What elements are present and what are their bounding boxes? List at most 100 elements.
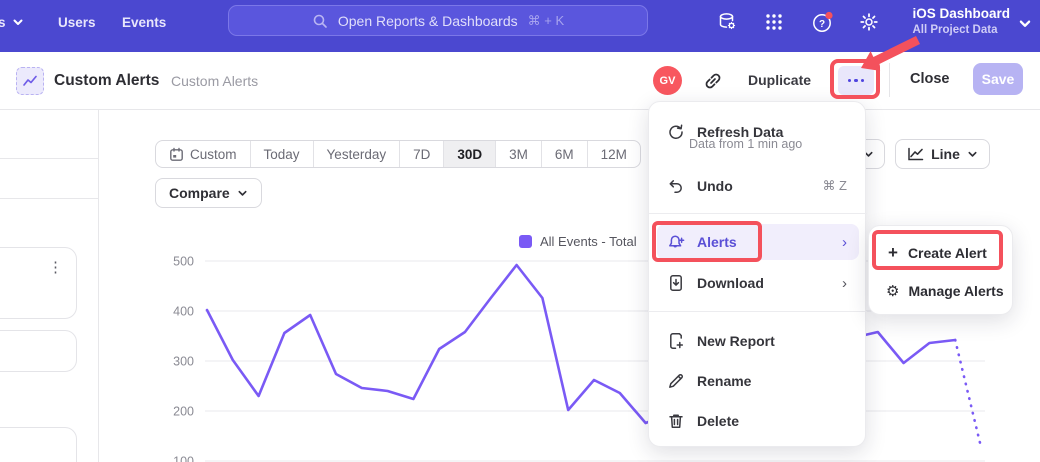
plus-icon: + xyxy=(888,243,898,263)
svg-text:?: ? xyxy=(818,19,824,30)
project-name: iOS Dashboard xyxy=(912,6,1010,21)
menu-item-rename[interactable]: Rename xyxy=(657,363,859,399)
nav-item-events-label: Events xyxy=(122,15,166,30)
date-range-12m[interactable]: 12M xyxy=(588,141,640,167)
date-range-label: 12M xyxy=(601,147,627,162)
date-range-30d-selected[interactable]: 30D xyxy=(444,141,496,167)
chevron-down-icon xyxy=(967,149,978,160)
search-input[interactable]: Open Reports & Dashboards ⌘ + K xyxy=(228,5,648,36)
compare-button[interactable]: Compare xyxy=(155,178,262,208)
help-icon[interactable]: ? xyxy=(810,10,834,34)
more-options-button[interactable] xyxy=(838,66,874,95)
nav-item-events[interactable]: Events xyxy=(122,0,166,44)
menu-item-delete[interactable]: Delete xyxy=(657,403,859,439)
submenu-item-manage-alerts[interactable]: ⚙ Manage Alerts xyxy=(876,272,1007,309)
legend-swatch xyxy=(519,235,532,248)
nav-item-truncated[interactable]: s xyxy=(0,0,24,44)
menu-item-undo[interactable]: Undo ⌘ Z xyxy=(657,168,859,204)
submenu-item-label: Create Alert xyxy=(908,245,987,261)
bell-plus-icon xyxy=(667,233,685,251)
more-options-menu: Refresh Data Data from 1 min ago Undo ⌘ … xyxy=(648,101,866,447)
chevron-down-icon xyxy=(237,188,248,199)
close-button[interactable]: Close xyxy=(910,71,950,87)
line-chart-icon xyxy=(907,147,924,162)
refresh-icon xyxy=(667,123,685,141)
search-placeholder: Open Reports & Dashboards xyxy=(338,13,518,29)
menu-item-shortcut: ⌘ Z xyxy=(822,178,847,194)
report-toolbar: Custom Alerts Custom Alerts GV Duplicate… xyxy=(0,52,1040,110)
search-icon xyxy=(312,13,328,29)
date-range-6m[interactable]: 6M xyxy=(542,141,588,167)
menu-item-label: Delete xyxy=(697,413,739,429)
project-selector[interactable]: iOS Dashboard All Project Data xyxy=(912,6,1010,36)
date-range-custom[interactable]: Custom xyxy=(156,141,251,167)
chart-type-button[interactable]: Line xyxy=(895,139,990,169)
sidebar-row-divider xyxy=(0,198,98,199)
date-range-label: 7D xyxy=(413,147,430,162)
project-chevron-down-icon[interactable] xyxy=(1018,17,1032,31)
avatar[interactable]: GV xyxy=(653,66,682,95)
chart-type-label: Line xyxy=(931,146,960,162)
search-shortcut: ⌘ + K xyxy=(528,13,565,29)
new-report-icon xyxy=(667,332,685,350)
date-range-label: Custom xyxy=(190,147,237,162)
alerts-submenu: + Create Alert ⚙ Manage Alerts xyxy=(868,225,1013,315)
svg-text:500: 500 xyxy=(173,255,194,269)
submenu-chevron-icon: › xyxy=(842,276,847,291)
project-scope: All Project Data xyxy=(912,24,1010,36)
sidebar-card[interactable] xyxy=(0,427,77,462)
date-range-label: 3M xyxy=(509,147,528,162)
menu-item-alerts[interactable]: Alerts › xyxy=(657,224,859,260)
date-range-yesterday[interactable]: Yesterday xyxy=(314,141,401,167)
nav-item-users[interactable]: Users xyxy=(58,0,96,44)
sidebar-card[interactable]: ⋮ xyxy=(0,247,77,319)
nav-item-users-label: Users xyxy=(58,15,96,30)
sidebar-row-divider xyxy=(0,158,98,159)
duplicate-button[interactable]: Duplicate xyxy=(748,72,811,88)
date-range-3m[interactable]: 3M xyxy=(496,141,542,167)
report-type-icon xyxy=(16,67,44,95)
svg-text:100: 100 xyxy=(173,455,194,462)
date-range-today[interactable]: Today xyxy=(251,141,314,167)
submenu-item-create-alert[interactable]: + Create Alert xyxy=(876,234,1007,271)
submenu-item-label: Manage Alerts xyxy=(908,283,1003,299)
menu-item-sublabel: Data from 1 min ago xyxy=(689,137,802,151)
date-range-label: Today xyxy=(264,147,300,162)
date-range-label: Yesterday xyxy=(327,147,387,162)
trash-icon xyxy=(667,412,685,430)
save-button[interactable]: Save xyxy=(973,63,1023,95)
menu-item-label: New Report xyxy=(697,333,775,349)
menu-divider xyxy=(649,311,867,312)
download-file-icon xyxy=(667,274,685,292)
menu-item-label: Alerts xyxy=(697,234,737,250)
date-range-label: 6M xyxy=(555,147,574,162)
svg-text:300: 300 xyxy=(173,355,194,369)
toolbar-divider xyxy=(889,63,890,97)
calendar-icon xyxy=(169,147,184,162)
menu-divider xyxy=(649,213,867,214)
settings-gear-icon[interactable] xyxy=(857,10,881,34)
data-management-icon[interactable] xyxy=(715,10,739,34)
compare-label: Compare xyxy=(169,185,230,201)
date-range-segmented-control: Custom Today Yesterday 7D 30D 3M 6M 12M xyxy=(155,140,641,168)
undo-icon xyxy=(667,177,685,195)
menu-item-label: Rename xyxy=(697,373,751,389)
legend-label: All Events - Total xyxy=(540,234,637,249)
nav-item-truncated-label: s xyxy=(0,15,6,30)
menu-item-download[interactable]: Download › xyxy=(657,265,859,301)
menu-item-new-report[interactable]: New Report xyxy=(657,323,859,359)
date-range-label: 30D xyxy=(457,147,482,162)
pencil-icon xyxy=(667,372,685,390)
date-range-7d[interactable]: 7D xyxy=(400,141,444,167)
page-title: Custom Alerts xyxy=(54,72,159,90)
svg-text:200: 200 xyxy=(173,405,194,419)
sidebar-divider xyxy=(98,110,99,462)
breadcrumb[interactable]: Custom Alerts xyxy=(171,73,258,89)
chart-legend[interactable]: All Events - Total xyxy=(519,234,637,249)
chevron-down-icon xyxy=(12,16,24,28)
apps-grid-icon[interactable] xyxy=(762,10,786,34)
kebab-menu-icon[interactable]: ⋮ xyxy=(48,258,63,276)
sidebar-card[interactable] xyxy=(0,330,77,372)
submenu-chevron-icon: › xyxy=(842,235,847,250)
copy-link-button[interactable] xyxy=(702,70,724,92)
